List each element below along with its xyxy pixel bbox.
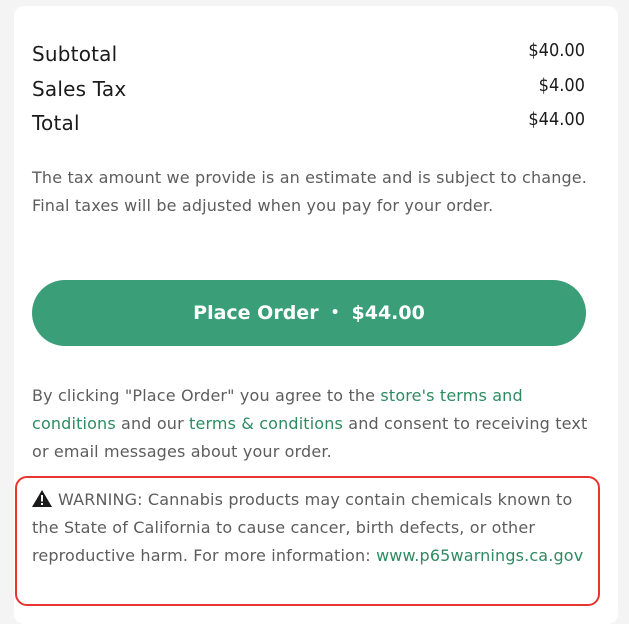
place-order-separator: • — [330, 305, 340, 321]
terms-conditions-link[interactable]: terms & conditions — [189, 414, 343, 433]
total-value: $44.00 — [528, 109, 585, 130]
subtotal-row: Subtotal $40.00 — [32, 40, 585, 72]
warning-triangle-icon — [32, 490, 52, 507]
place-order-amount: $44.00 — [351, 302, 425, 324]
consent-text-middle: and our — [115, 414, 190, 433]
subtotal-label: Subtotal — [32, 42, 118, 66]
sales-tax-label: Sales Tax — [32, 77, 127, 101]
tax-estimate-note: The tax amount we provide is an estimate… — [32, 168, 588, 215]
p65-warnings-link[interactable]: www.p65warnings.ca.gov — [376, 546, 583, 565]
sales-tax-row: Sales Tax $4.00 — [32, 75, 585, 107]
place-order-button[interactable]: Place Order • $44.00 — [32, 280, 586, 346]
subtotal-value: $40.00 — [528, 40, 585, 61]
sales-tax-value: $4.00 — [538, 75, 585, 96]
consent-text: By clicking "Place Order" you agree to t… — [32, 382, 597, 466]
place-order-label: Place Order — [193, 302, 319, 324]
prop65-warning: WARNING: Cannabis products may contain c… — [32, 486, 592, 570]
total-label: Total — [32, 111, 80, 135]
total-row: Total $44.00 — [32, 109, 585, 141]
consent-text-before: By clicking "Place Order" you agree to t… — [32, 386, 381, 405]
